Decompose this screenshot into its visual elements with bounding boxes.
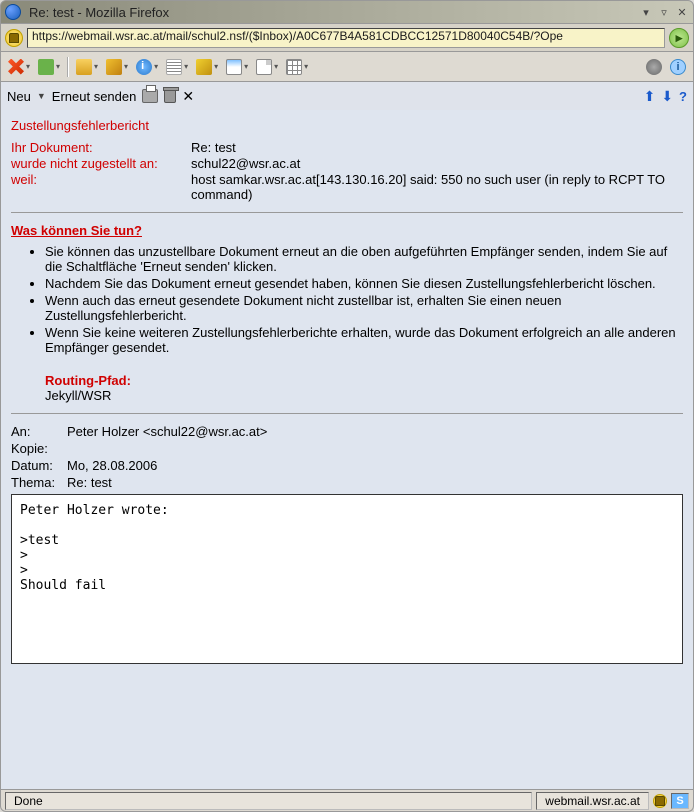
list-item: Wenn Sie keine weiteren Zustellungsfehle… — [45, 325, 683, 355]
extensions-button[interactable]: ▾ — [35, 56, 63, 78]
status-indicator: S — [671, 793, 689, 809]
pencil-icon — [196, 59, 212, 75]
table-button[interactable]: ▾ — [283, 56, 311, 78]
stop-button[interactable]: ▾ — [5, 56, 33, 78]
help-link[interactable]: ? — [679, 89, 687, 104]
status-bar: Done webmail.wsr.ac.at S — [0, 790, 694, 812]
trash-icon[interactable] — [164, 89, 176, 103]
close-icon[interactable]: ✕ — [182, 88, 194, 105]
info-button[interactable]: ▾ — [133, 56, 161, 78]
label-to: An: — [11, 424, 63, 439]
label-because: weil: — [11, 172, 191, 202]
puzzle-icon — [38, 59, 54, 75]
document-button[interactable]: ▾ — [253, 56, 281, 78]
address-bar: https://webmail.wsr.ac.at/mail/schul2.ns… — [0, 24, 694, 52]
window-close-button[interactable]: ✕ — [675, 5, 689, 19]
info-icon — [136, 59, 152, 75]
message-content: Zustellungsfehlerbericht Ihr Dokument: R… — [0, 110, 694, 790]
divider — [11, 212, 683, 213]
list-item: Sie können das unzustellbare Dokument er… — [45, 244, 683, 274]
previous-message-button[interactable]: ⬆ — [644, 88, 656, 105]
window-minimize-button[interactable]: ▾ — [639, 5, 653, 19]
wand-icon — [106, 59, 122, 75]
value-subject: Re: test — [191, 140, 683, 155]
help-button[interactable]: i — [667, 56, 689, 78]
value-subject-line: Re: test — [67, 475, 112, 490]
value-to: Peter Holzer <schul22@wsr.ac.at> — [67, 424, 267, 439]
label-cc: Kopie: — [11, 441, 63, 456]
highlighter-button[interactable]: ▾ — [103, 56, 131, 78]
status-host: webmail.wsr.ac.at — [536, 792, 649, 810]
new-dropdown[interactable]: ▼ — [37, 91, 46, 101]
browser-toolbar: ▾ ▾ ▾ ▾ ▾ ▾ ▾ ▾ ▾ ▾ i — [0, 52, 694, 82]
list-item: Nachdem Sie das Dokument erneut gesendet… — [45, 276, 683, 291]
value-date: Mo, 28.08.2006 — [67, 458, 157, 473]
firefox-icon — [5, 4, 21, 20]
info-circle-icon: i — [670, 59, 686, 75]
label-subject: Thema: — [11, 475, 63, 490]
new-button[interactable]: Neu — [7, 89, 31, 104]
go-button[interactable]: ▸ — [669, 28, 689, 48]
routing-path-heading: Routing-Pfad: — [45, 373, 683, 388]
value-reason: host samkar.wsr.ac.at[143.130.16.20] sai… — [191, 172, 683, 202]
list-item: Wenn auch das erneut gesendete Dokument … — [45, 293, 683, 323]
lock-icon — [5, 29, 23, 47]
divider — [11, 413, 683, 414]
label-your-document: Ihr Dokument: — [11, 140, 191, 155]
list-button[interactable]: ▾ — [163, 56, 191, 78]
next-message-button[interactable]: ⬇ — [661, 88, 673, 105]
suggestions-list: Sie können das unzustellbare Dokument er… — [45, 244, 683, 355]
message-body: Peter Holzer wrote: >test > > Should fai… — [11, 494, 683, 664]
lock-icon — [653, 794, 667, 808]
what-can-you-do-heading: Was können Sie tun? — [11, 223, 683, 238]
window-button[interactable]: ▾ — [223, 56, 251, 78]
url-input[interactable]: https://webmail.wsr.ac.at/mail/schul2.ns… — [27, 28, 665, 48]
edit-button[interactable]: ▾ — [193, 56, 221, 78]
window-icon — [226, 59, 242, 75]
label-not-delivered-to: wurde nicht zugestellt an: — [11, 156, 191, 171]
settings-button[interactable] — [643, 56, 665, 78]
ndr-heading: Zustellungsfehlerbericht — [11, 118, 683, 133]
separator — [67, 57, 69, 77]
document-icon — [256, 59, 272, 75]
x-icon — [8, 59, 24, 75]
window-title: Re: test - Mozilla Firefox — [25, 5, 635, 20]
list-icon — [166, 59, 182, 75]
print-icon[interactable] — [142, 89, 158, 103]
routing-path-value: Jekyll/WSR — [45, 388, 683, 403]
window-maximize-button[interactable]: ▿ — [657, 5, 671, 19]
grid-icon — [286, 59, 302, 75]
padlock-icon — [76, 59, 92, 75]
security-button[interactable]: ▾ — [73, 56, 101, 78]
gear-icon — [646, 59, 662, 75]
status-text: Done — [5, 792, 532, 810]
value-recipient: schul22@wsr.ac.at — [191, 156, 683, 171]
label-date: Datum: — [11, 458, 63, 473]
mail-toolbar: Neu ▼ Erneut senden ✕ ⬆ ⬇ ? — [0, 82, 694, 110]
resend-button[interactable]: Erneut senden — [52, 89, 137, 104]
window-titlebar: Re: test - Mozilla Firefox ▾ ▿ ✕ — [0, 0, 694, 24]
